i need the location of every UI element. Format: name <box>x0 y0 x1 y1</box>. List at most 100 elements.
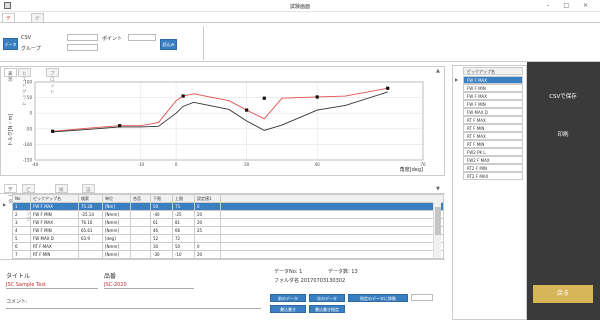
table-row[interactable]: 7 RT F MIN [Nmm] -30 -10 20 <box>12 250 444 259</box>
table-cell[interactable]: 50 <box>172 242 195 251</box>
table-cell[interactable]: 65.61 <box>78 226 103 235</box>
table-cell[interactable] <box>130 250 151 259</box>
tab-display[interactable]: 表示 <box>4 68 17 83</box>
write-button[interactable]: 書込書き <box>270 305 306 313</box>
tab-search-list[interactable]: 検索一覧 <box>55 184 68 211</box>
table-row[interactable]: 3 FW F MAX 76.16 [Nmm] 61 81 20 <box>12 218 444 227</box>
table-row[interactable]: 6 RT F MAX [Nmm] 30 50 0 <box>12 242 444 251</box>
table-cell[interactable]: -30 <box>150 250 173 259</box>
tab-data[interactable]: データ <box>4 184 17 205</box>
pickup-list-item[interactable]: FW2 F MAX <box>463 156 523 164</box>
col-header[interactable]: 下限 <box>150 194 173 203</box>
tab-settings[interactable]: 設定 <box>82 184 95 199</box>
table-cell[interactable]: [Nm] <box>102 202 131 211</box>
csv-save-button[interactable]: CSVで保存 <box>533 90 593 104</box>
table-cell[interactable]: 72 <box>172 234 195 243</box>
table-cell[interactable]: FW F MIN <box>30 226 79 235</box>
table-cell[interactable]: FW F MIN <box>30 210 79 219</box>
table-cell[interactable]: 5 <box>12 234 31 243</box>
table-cell[interactable]: -10 <box>172 250 195 259</box>
table-cell[interactable] <box>130 210 151 219</box>
table-cell[interactable]: 6 <box>12 242 31 251</box>
tab-graph-settings[interactable]: グラフ設定 <box>31 13 44 46</box>
table-cell[interactable]: 66 <box>172 226 195 235</box>
write-specify-button[interactable]: 書込書き指定 <box>309 305 345 313</box>
pickup-list-item[interactable]: FW2 PK L <box>463 148 523 156</box>
table-cell[interactable]: 20 <box>194 210 221 219</box>
table-cell[interactable]: [Nmm] <box>102 226 131 235</box>
table-cell[interactable] <box>130 234 151 243</box>
print-button[interactable]: 印刷 <box>533 128 593 142</box>
col-header[interactable]: 設定値1 <box>194 194 221 203</box>
table-cell[interactable]: 30 <box>150 242 173 251</box>
comment-field[interactable] <box>6 308 261 309</box>
table-cell[interactable]: 75.28 <box>78 202 103 211</box>
point-input[interactable] <box>128 34 156 41</box>
col-header[interactable]: 上限 <box>172 194 195 203</box>
pickup-list-item[interactable]: RT F MAX <box>463 116 523 124</box>
table-cell[interactable]: 0 <box>194 242 221 251</box>
table-cell[interactable] <box>130 226 151 235</box>
table-cell[interactable]: 81 <box>172 218 195 227</box>
tab-pickup[interactable]: ピックアップ <box>22 184 35 223</box>
next-data-button[interactable]: 次のデータ <box>309 294 345 302</box>
pickup-list-item[interactable]: RT F MIN <box>463 140 523 148</box>
table-cell[interactable]: [Nmm] <box>102 210 131 219</box>
table-cell[interactable]: 52 <box>150 234 173 243</box>
table-cell[interactable]: 50 <box>150 202 173 211</box>
table-cell[interactable]: 0 <box>194 202 221 211</box>
data-select-button[interactable]: データ選択 <box>3 38 18 59</box>
table-cell[interactable]: 20 <box>194 250 221 259</box>
table-cell[interactable]: 25 <box>194 226 221 235</box>
col-header[interactable]: 合否 <box>130 194 151 203</box>
jump-data-input[interactable] <box>411 294 433 301</box>
table-cell[interactable]: FW MAX D <box>30 234 79 243</box>
chart-collapse-icon[interactable]: ▲ <box>436 68 440 74</box>
pickup-list-item[interactable]: RT F MIN <box>463 124 523 132</box>
pickup-list-item[interactable]: RT F MAX <box>463 132 523 140</box>
table-cell[interactable]: 3 <box>12 218 31 227</box>
table-cell[interactable]: [deg] <box>102 234 131 243</box>
table-row[interactable]: 2 FW F MIN -25.14 [Nmm] -40 -25 20 <box>12 210 444 219</box>
table-cell[interactable]: [Nmm] <box>102 242 131 251</box>
table-cell[interactable] <box>130 242 151 251</box>
tab-data-load[interactable]: データ読込み <box>2 13 15 52</box>
back-button[interactable]: 戻る <box>533 285 593 303</box>
group-input[interactable] <box>67 44 98 51</box>
table-cell[interactable] <box>78 250 103 259</box>
table-row[interactable]: 4 FW F MIN 65.61 [Nmm] 46 66 25 <box>12 226 444 235</box>
col-header[interactable]: ピックアップ名 <box>30 194 79 203</box>
table-cell[interactable]: 76.16 <box>78 218 103 227</box>
jump-data-button[interactable]: 指定のデータに移動 <box>348 294 408 302</box>
table-cell[interactable]: -25.14 <box>78 210 103 219</box>
table-cell[interactable]: 75 <box>172 202 195 211</box>
table-scrollbar[interactable] <box>433 202 441 258</box>
pickup-list-item[interactable]: FW F MAX <box>463 76 523 84</box>
table-cell[interactable]: 4 <box>12 226 31 235</box>
table-cell[interactable]: 1 <box>12 202 31 211</box>
table-row[interactable]: 1 FW F MAX 75.28 [Nm] 50 75 0 <box>12 202 444 211</box>
table-cell[interactable]: 63.9 <box>78 234 103 243</box>
table-cell[interactable] <box>194 234 221 243</box>
col-header[interactable]: 検索 <box>78 194 103 203</box>
table-cell[interactable]: 46 <box>150 226 173 235</box>
table-cell[interactable]: RT F MAX <box>30 242 79 251</box>
table-cell[interactable]: FW F MAX <box>30 218 79 227</box>
table-cell[interactable]: -25 <box>172 210 195 219</box>
table-cell[interactable] <box>130 202 151 211</box>
pickup-list-item[interactable]: FW F MIN <box>463 84 523 92</box>
table-cell[interactable]: 7 <box>12 250 31 259</box>
pickup-list-item[interactable]: FW F MIN <box>463 100 523 108</box>
pickup-list-item[interactable]: RT2 F MIN <box>463 164 523 172</box>
col-header[interactable]: 単位 <box>102 194 131 203</box>
table-cell[interactable] <box>130 218 151 227</box>
table-collapse-icon[interactable]: ▼ <box>436 186 440 192</box>
table-cell[interactable]: 20 <box>194 218 221 227</box>
table-cell[interactable] <box>78 242 103 251</box>
tab-plot[interactable]: プロット <box>46 68 59 95</box>
table-cell[interactable]: 2 <box>12 210 31 219</box>
load-button[interactable]: 読込み <box>160 39 177 50</box>
table-cell[interactable]: 61 <box>150 218 173 227</box>
table-cell[interactable]: [Nmm] <box>102 250 131 259</box>
pickup-list-item[interactable]: FW F MAX <box>463 92 523 100</box>
